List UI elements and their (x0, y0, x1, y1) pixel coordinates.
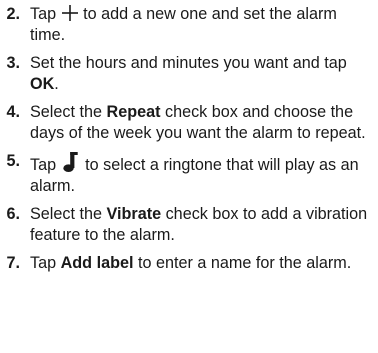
step-text: Select the Vibrate check box to add a vi… (30, 205, 368, 244)
step-text: Tap to select a ringtone that will play … (30, 151, 372, 197)
step-text: Tap to add a new one and set the alarm t… (30, 4, 337, 44)
step-4: 4. Select the Repeat check box and choos… (0, 102, 378, 144)
repeat-label: Repeat (106, 103, 161, 121)
step-number: 7. (6, 254, 20, 272)
vibrate-label: Vibrate (106, 205, 162, 223)
music-note-icon (61, 151, 81, 173)
step-6: 6. Select the Vibrate check box to add a… (0, 204, 378, 246)
instruction-list: 2. Tap to add a new one and set the alar… (0, 0, 378, 353)
step-7: 7. Tap Add label to enter a name for the… (0, 253, 378, 274)
step-2: 2. Tap to add a new one and set the alar… (0, 4, 378, 46)
step-number: 3. (6, 54, 20, 72)
step-number: 4. (6, 103, 20, 121)
add-label-label: Add label (60, 254, 134, 272)
ok-label: OK (30, 75, 55, 93)
step-3: 3. Set the hours and minutes you want an… (0, 53, 378, 95)
step-number: 5. (6, 152, 20, 170)
step-number: 2. (6, 5, 20, 23)
step-number: 6. (6, 205, 20, 223)
step-text: Select the Repeat check box and choose t… (30, 103, 366, 142)
plus-icon (61, 4, 79, 22)
step-text: Tap Add label to enter a name for the al… (30, 254, 352, 272)
step-text: Set the hours and minutes you want and t… (30, 54, 347, 93)
step-5: 5. Tap to select a ringtone that will pl… (0, 151, 378, 197)
